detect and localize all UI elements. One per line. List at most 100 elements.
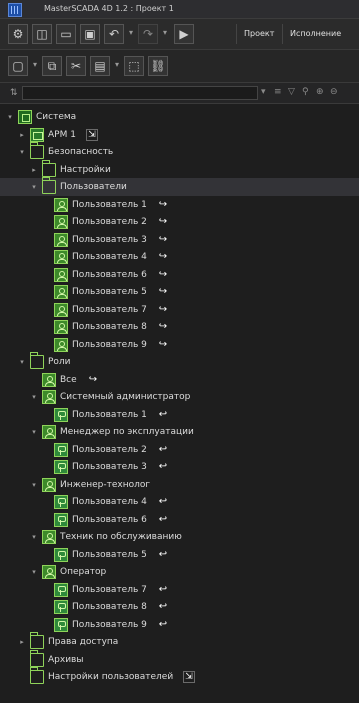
attach-link-icon[interactable]: ⇲: [183, 671, 195, 683]
tree-item-p9[interactable]: Пользователь 9 ↪: [0, 336, 359, 354]
forward-link-icon[interactable]: ↪: [157, 251, 169, 263]
chevron-right-icon[interactable]: ▸: [18, 633, 26, 651]
filter-dropdown-icon[interactable]: ▾: [261, 87, 266, 97]
forward-link-icon[interactable]: ↪: [87, 374, 99, 386]
tree-item-o_p8[interactable]: Пользователь 8 ↩: [0, 598, 359, 616]
forward-link-icon[interactable]: ↪: [157, 199, 169, 211]
chevron-down-icon[interactable]: ▾: [18, 353, 26, 371]
tree-item-label: Пользователь 5: [72, 549, 147, 560]
tree-item-tech[interactable]: ▾ Техник по обслуживанию: [0, 528, 359, 546]
tree-item-prava[interactable]: ▸ Права доступа: [0, 632, 359, 651]
chevron-down-icon[interactable]: ▾: [6, 108, 14, 126]
search-icon[interactable]: ⚲: [302, 87, 309, 97]
tree-item-p7[interactable]: Пользователь 7 ↪: [0, 301, 359, 319]
tree-item-label: Пользователь 9: [72, 339, 147, 350]
tree-item-o_p7[interactable]: Пользователь 7 ↩: [0, 581, 359, 599]
forward-link-icon[interactable]: ↪: [157, 321, 169, 333]
undo-dropdown-icon[interactable]: ▾: [126, 24, 136, 44]
chevron-down-icon[interactable]: ▾: [30, 388, 38, 406]
back-link-icon[interactable]: ↩: [157, 514, 169, 526]
forward-link-icon[interactable]: ↪: [157, 234, 169, 246]
tree-item-nastroiki_polz[interactable]: Настройки пользователей ⇲: [0, 667, 359, 686]
tree-item-nastroiki[interactable]: ▸ Настройки: [0, 159, 359, 179]
back-link-icon[interactable]: ↩: [157, 584, 169, 596]
link-icon[interactable]: ⛓: [148, 56, 168, 76]
open-folder-icon[interactable]: ▭: [56, 24, 76, 44]
save-icon[interactable]: ▣: [80, 24, 100, 44]
chevron-down-icon[interactable]: ▾: [30, 563, 38, 581]
tree-item-p5[interactable]: Пользователь 6 ↪: [0, 266, 359, 284]
back-link-icon[interactable]: ↩: [157, 601, 169, 613]
tree-item-p8[interactable]: Пользователь 8 ↪: [0, 318, 359, 336]
paste-icon[interactable]: ▤: [90, 56, 110, 76]
new-object-dropdown-icon[interactable]: ▾: [30, 56, 40, 76]
tab-project[interactable]: Проект: [236, 24, 281, 44]
back-link-icon[interactable]: ↩: [157, 549, 169, 561]
user-icon: [54, 197, 68, 212]
back-link-icon[interactable]: ↩: [157, 619, 169, 631]
tab-runtime[interactable]: Исполнение: [282, 24, 348, 44]
forward-link-icon[interactable]: ↪: [157, 339, 169, 351]
sort-icon[interactable]: ≡: [274, 87, 282, 97]
zoom-in-icon[interactable]: ⊕: [316, 87, 324, 97]
back-link-icon[interactable]: ↩: [157, 444, 169, 456]
back-link-icon[interactable]: ↩: [157, 409, 169, 421]
cut-icon[interactable]: ✂: [66, 56, 86, 76]
forward-link-icon[interactable]: ↪: [157, 286, 169, 298]
chevron-right-icon[interactable]: ▸: [30, 161, 38, 179]
tree-item-arm1[interactable]: ▸ АРМ 1 ⇲: [0, 126, 359, 144]
tree-item-e_p4[interactable]: Пользователь 4 ↩: [0, 493, 359, 511]
chevron-down-icon[interactable]: ▾: [30, 528, 38, 546]
copy-icon[interactable]: ⧉: [42, 56, 62, 76]
tree-item-p2[interactable]: Пользователь 2 ↪: [0, 213, 359, 231]
tree-item-t_p5[interactable]: Пользователь 5 ↩: [0, 546, 359, 564]
run-icon[interactable]: ▶: [174, 24, 194, 44]
tree-item-label: Права доступа: [48, 637, 119, 647]
chevron-down-icon[interactable]: ▾: [30, 476, 38, 494]
forward-link-icon[interactable]: ↪: [157, 269, 169, 281]
tree-item-p3[interactable]: Пользователь 3 ↪: [0, 231, 359, 249]
tree-item-p6[interactable]: Пользователь 5 ↪: [0, 283, 359, 301]
tree-item-p1[interactable]: Пользователь 1 ↪: [0, 196, 359, 214]
database-icon[interactable]: ◫: [32, 24, 52, 44]
undo-icon[interactable]: ↶: [104, 24, 124, 44]
chevron-right-icon[interactable]: ▸: [18, 126, 26, 144]
user-icon: [54, 250, 68, 264]
filter-input[interactable]: [22, 86, 258, 100]
forward-link-icon[interactable]: ↪: [157, 216, 169, 228]
tree-item-sa_p1[interactable]: Пользователь 1 ↩: [0, 406, 359, 424]
chevron-down-icon[interactable]: ▾: [18, 143, 26, 161]
funnel-icon[interactable]: ▽: [288, 87, 295, 97]
new-object-icon[interactable]: ▢: [8, 56, 28, 76]
tree-item-e_p6[interactable]: Пользователь 6 ↩: [0, 511, 359, 529]
redo-icon[interactable]: ↷: [138, 24, 158, 44]
paste-dropdown-icon[interactable]: ▾: [112, 56, 122, 76]
back-link-icon[interactable]: ↩: [157, 461, 169, 473]
tree-item-polzovateli[interactable]: ▾ Пользователи: [0, 177, 359, 196]
tree-item-p4[interactable]: Пользователь 4 ↪: [0, 248, 359, 266]
tree-item-operator[interactable]: ▾ Оператор: [0, 563, 359, 581]
tree-item-arhivy[interactable]: Архивы: [0, 649, 359, 669]
tree-item-o_p9[interactable]: Пользователь 9 ↩: [0, 616, 359, 634]
back-link-icon[interactable]: ↩: [157, 496, 169, 508]
select-icon[interactable]: ⬚: [124, 56, 144, 76]
app-logo-icon: [8, 3, 22, 17]
tree-item-vse[interactable]: Все ↪: [0, 371, 359, 389]
tree-item-m_p3[interactable]: Пользователь 3 ↩: [0, 458, 359, 476]
chevron-down-icon[interactable]: ▾: [30, 423, 38, 441]
zoom-out-icon[interactable]: ⊖: [330, 87, 338, 97]
tree-item-manager[interactable]: ▾ Менеджер по эксплуатации: [0, 423, 359, 441]
tree-item-m_p2[interactable]: Пользователь 2 ↩: [0, 441, 359, 459]
tree-item-engineer[interactable]: ▾ Инженер-технолог: [0, 476, 359, 494]
chevron-down-icon[interactable]: ▾: [30, 178, 38, 196]
tree-item-label: Системный администратор: [60, 392, 191, 402]
redo-dropdown-icon[interactable]: ▾: [160, 24, 170, 44]
tree-item-roli[interactable]: ▾ Роли: [0, 352, 359, 371]
forward-link-icon[interactable]: ↪: [157, 304, 169, 316]
project-tree-icon[interactable]: ⚙: [8, 24, 28, 44]
tree-item-sistema[interactable]: ▾ Система: [0, 108, 359, 126]
attach-link-icon[interactable]: ⇲: [86, 128, 98, 141]
tree-item-sysadm[interactable]: ▾ Системный администратор: [0, 388, 359, 406]
tree-filter-icon[interactable]: ⇅: [10, 88, 18, 98]
tree-item-bezopasnost[interactable]: ▾ Безопасность: [0, 142, 359, 161]
